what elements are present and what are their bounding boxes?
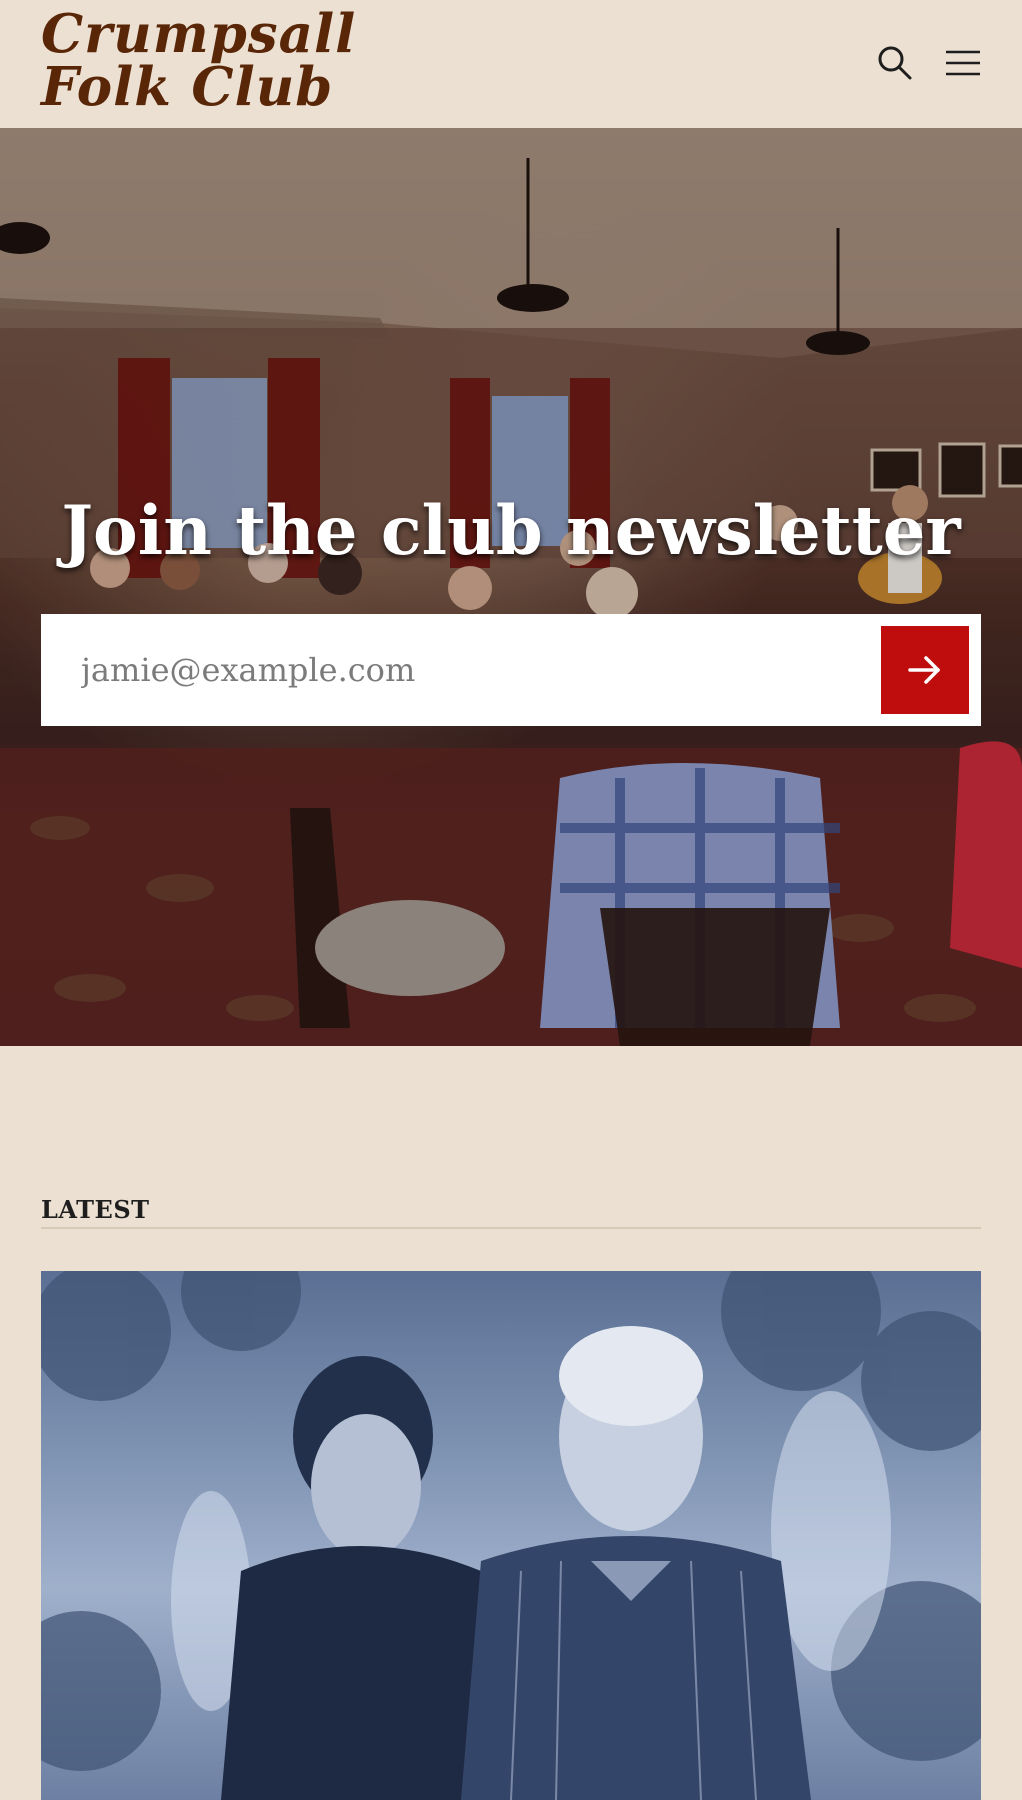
arrow-right-icon (908, 656, 940, 684)
hamburger-menu-icon (946, 50, 980, 76)
newsletter-form (41, 614, 981, 726)
logo-line-1: Crumpsall (41, 3, 357, 65)
latest-section-heading: LATEST (41, 1194, 150, 1224)
newsletter-hero: Join the club newsletter (0, 128, 1022, 1046)
duo-portrait-photo (41, 1271, 981, 1800)
menu-button[interactable] (940, 40, 986, 86)
search-button[interactable] (872, 40, 918, 86)
logo-line-2: Folk Club (41, 56, 334, 118)
search-icon (878, 46, 912, 80)
hero-background-photo (0, 128, 1022, 1046)
newsletter-title: Join the club newsletter (61, 490, 961, 570)
email-input[interactable] (41, 614, 861, 726)
site-header: Crumpsall Folk Club (0, 0, 1022, 128)
site-logo[interactable]: Crumpsall Folk Club (41, 8, 356, 114)
subscribe-button[interactable] (881, 626, 969, 714)
section-divider (41, 1227, 981, 1229)
latest-post-image[interactable] (41, 1271, 981, 1800)
